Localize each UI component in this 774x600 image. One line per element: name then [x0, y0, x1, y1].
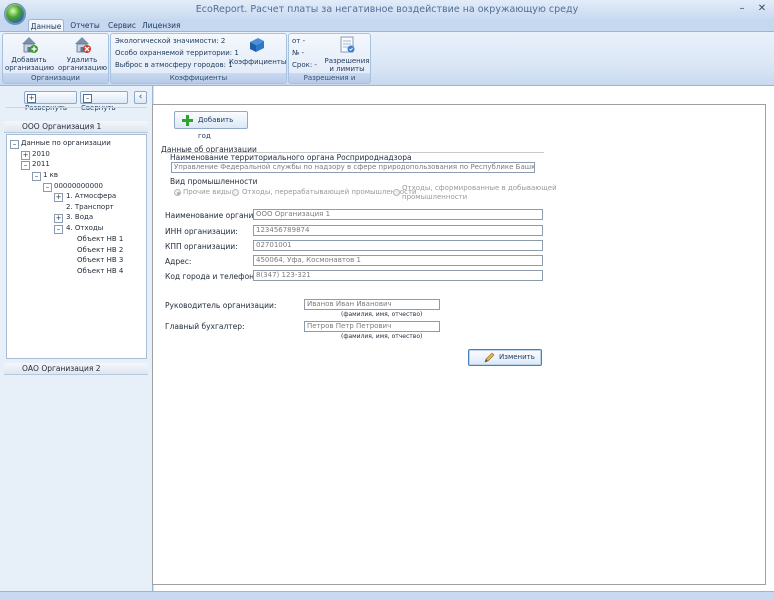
edit-label: Изменить [499, 353, 535, 361]
permit-from: от - [292, 37, 306, 45]
inn-label: ИНН организации: [165, 227, 238, 236]
delete-organization-label-2: организацию [58, 64, 108, 72]
kpp-field[interactable]: 02701001 [253, 240, 543, 251]
coefficients-button-label: Коэффициенты [229, 58, 287, 66]
radio-processing[interactable] [232, 189, 239, 196]
toolbar-divider [6, 107, 147, 108]
inn-field[interactable]: 123456789874 [253, 225, 543, 236]
tree-year-2011[interactable]: 2011 [32, 159, 50, 169]
accountant-hint: (фамилия, имя, отчество) [341, 333, 423, 340]
tree-quarter[interactable]: 1 кв [43, 170, 58, 180]
add-organization-label-1: Добавить [11, 56, 47, 64]
collapse-node-icon[interactable]: – [32, 172, 41, 181]
industry-label: Вид промышленности [170, 177, 258, 186]
status-bar [0, 591, 774, 600]
org1-header[interactable]: ООО Организация 1 [4, 121, 148, 133]
phone-label: Код города и телефон: [165, 272, 257, 281]
address-label: Адрес: [165, 257, 192, 266]
edit-button[interactable]: Изменить [468, 349, 542, 366]
collapse-button[interactable]: –Свернуть [80, 91, 128, 112]
expand-node-icon[interactable]: + [21, 151, 30, 160]
tree-object-2[interactable]: Объект НВ 2 [77, 245, 123, 255]
collapse-node-icon[interactable]: – [21, 161, 30, 170]
tree-object-4[interactable]: Объект НВ 4 [77, 266, 123, 276]
hide-panel-button[interactable]: ‹ [134, 91, 147, 104]
accountant-field[interactable]: Петров Петр Петрович [304, 321, 440, 332]
chevron-left-icon: ‹ [138, 92, 143, 102]
collapse-node-icon[interactable]: – [10, 140, 19, 149]
book-icon [250, 38, 264, 52]
permits-label-2: и лимиты [329, 65, 365, 73]
window-title: EcoReport. Расчет платы за негативное во… [195, 4, 579, 15]
permit-number: № - [292, 49, 305, 57]
expand-node-icon[interactable]: + [54, 214, 63, 223]
collapse-icon: – [83, 94, 92, 103]
minimize-button[interactable]: – [734, 2, 750, 16]
delete-organization-label-1: Удалить [66, 56, 98, 64]
add-organization-button[interactable]: Добавить организацию [5, 34, 55, 74]
tree-item-atmosphere[interactable]: 1. Атмосфера [66, 191, 116, 201]
tree-item-transport[interactable]: 2. Транспорт [66, 202, 114, 212]
add-organization-icon [22, 37, 38, 53]
radio-mining-label-2: промышленности [402, 193, 468, 201]
tree-root[interactable]: Данные по организации [21, 138, 111, 148]
tree-object-3[interactable]: Объект НВ 3 [77, 255, 123, 265]
org-tree: – Данные по организации + 2010 – 2011 – … [6, 134, 147, 359]
tree-object-1[interactable]: Объект НВ 1 [77, 234, 123, 244]
permits-limits-button[interactable]: Разрешения и лимиты [324, 34, 370, 74]
group-label-organizations: Организации [3, 73, 108, 83]
tree-year-2010[interactable]: 2010 [32, 149, 50, 159]
tree-item-waste[interactable]: 4. Отходы [66, 223, 103, 233]
expand-label: Развернуть [25, 104, 68, 112]
radio-processing-label: Отходы, перерабатывающей промышленности [242, 188, 417, 196]
radio-other-types[interactable] [174, 189, 181, 196]
app-menu-orb-icon[interactable] [4, 3, 26, 25]
coef-protected: Особо охраняемой территории: 1 [115, 49, 239, 57]
head-hint: (фамилия, имя, отчество) [341, 311, 423, 318]
add-year-label: Добавить год [198, 116, 234, 140]
head-field[interactable]: Иванов Иван Иванович [304, 299, 440, 310]
group-label-coefficients: Коэффициенты [111, 73, 286, 83]
tree-item-water[interactable]: 3. Вода [66, 212, 93, 222]
expand-node-icon[interactable]: + [54, 193, 63, 202]
permit-term: Срок: - [292, 61, 317, 69]
coef-city-emission: Выброс в атмосферу городов: 1 [115, 61, 233, 69]
collapse-node-icon[interactable]: – [54, 225, 63, 234]
rpn-label: Наименование территориального органа Рос… [170, 153, 412, 162]
document-icon [340, 36, 355, 53]
address-field[interactable]: 450064, Уфа, Космонавтов 1 [253, 255, 543, 266]
coefficients-button[interactable]: Коэффициенты [229, 34, 287, 74]
add-year-button[interactable]: Добавить год [174, 111, 248, 140]
expand-button[interactable]: +Развернуть [24, 91, 77, 112]
head-label: Руководитель организации: [165, 301, 277, 310]
radio-mining-label-1: Отходы, сформированные в добывающей [402, 184, 557, 192]
org-name-field[interactable]: ООО Организация 1 [253, 209, 543, 220]
permits-label-1: Разрешения [324, 57, 370, 65]
delete-organization-icon [75, 37, 91, 53]
coef-ecological: Экологической значимости: 2 [115, 37, 226, 45]
org2-header[interactable]: ОАО Организация 2 [4, 363, 148, 375]
delete-organization-button[interactable]: Удалить организацию [58, 34, 108, 74]
rpn-field[interactable]: Управление Федеральной службы по надзору… [171, 162, 535, 173]
group-label-permits: Разрешения и лимиты [289, 73, 370, 92]
phone-field[interactable]: 8(347) 123-321 [253, 270, 543, 281]
close-button[interactable]: ✕ [754, 2, 770, 16]
accountant-label: Главный бухгалтер: [165, 322, 245, 331]
add-organization-label-2: организацию [5, 64, 55, 72]
pencil-icon [484, 352, 495, 363]
collapse-node-icon[interactable]: – [43, 183, 52, 192]
collapse-label: Свернуть [81, 104, 116, 112]
tree-code[interactable]: 00000000000 [54, 181, 103, 191]
kpp-label: КПП организации: [165, 242, 238, 251]
radio-mining[interactable] [393, 189, 400, 196]
expand-icon: + [27, 94, 36, 103]
radio-other-types-label: Прочие виды [183, 188, 232, 196]
plus-icon [182, 115, 193, 126]
